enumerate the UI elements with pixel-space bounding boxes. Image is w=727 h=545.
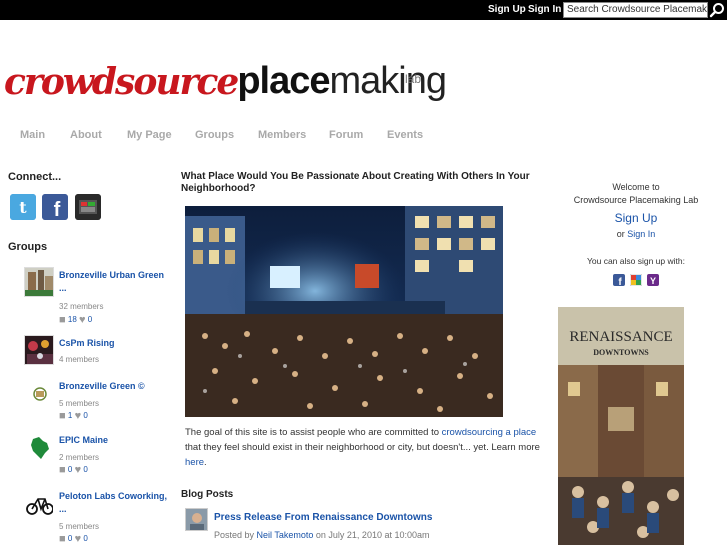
group-thumbnail[interactable]	[24, 488, 54, 518]
also-sign-up-text: You can also sign up with:	[587, 256, 685, 266]
yahoo-icon[interactable]: Y	[647, 273, 659, 286]
nav-members[interactable]: Members	[258, 129, 306, 141]
magnifier-icon[interactable]	[709, 2, 725, 18]
comment-count[interactable]: 18	[68, 315, 77, 324]
svg-text:f: f	[54, 199, 61, 220]
top-bar: Sign Up Sign In Search Crowdsource Place…	[0, 0, 727, 20]
comment-icon: ■	[59, 410, 66, 422]
heart-icon: ♥	[79, 314, 86, 326]
group-thumbnail[interactable]	[24, 335, 54, 365]
like-count[interactable]: 0	[83, 465, 87, 474]
desc-text-3: .	[204, 457, 207, 468]
video-icon[interactable]	[75, 194, 101, 220]
ad-title-renaissance: RENAISSANCE	[569, 329, 672, 345]
comment-count[interactable]: 1	[68, 411, 72, 420]
desc-text-2: that they feel should exist in their nei…	[185, 442, 540, 453]
nav-main[interactable]: Main	[20, 129, 45, 141]
twitter-icon[interactable]: t	[10, 194, 36, 220]
ad-title-downtowns: DOWNTOWNS	[593, 348, 649, 357]
top-sign-in-link[interactable]: Sign In	[528, 4, 561, 15]
group-item: Bronzeville Green © 5 members ■ 1 ♥ 0	[0, 378, 170, 422]
group-thumbnail[interactable]	[24, 267, 54, 297]
nav-about[interactable]: About	[70, 129, 102, 141]
crowdsourcing-place-link[interactable]: crowdsourcing a place	[442, 427, 537, 438]
group-name-link[interactable]: Bronzeville Urban Green ...	[59, 269, 167, 295]
nav-groups[interactable]: Groups	[195, 129, 234, 141]
like-count[interactable]: 0	[83, 411, 87, 420]
group-item: Bronzeville Urban Green ... 32 members ■…	[0, 267, 170, 326]
heart-icon: ♥	[74, 464, 82, 476]
post-date-text: on July 21, 2010 at 10:00am	[313, 530, 430, 540]
comment-icon: ■	[59, 314, 66, 326]
groups-title: Groups	[8, 241, 48, 253]
comment-count[interactable]: 0	[68, 465, 72, 474]
group-stats: ■ 0 ♥ 0	[59, 533, 88, 545]
group-stats: ■ 18 ♥ 0	[59, 314, 92, 326]
or-text: or	[616, 229, 628, 239]
or-sign-in: or Sign In	[545, 229, 727, 239]
site-logo[interactable]: crowdsourceplacemaking lab	[4, 60, 447, 108]
desc-text-1: The goal of this site is to assist peopl…	[185, 427, 442, 438]
group-name-link[interactable]: Peloton Labs Coworking, ...	[59, 490, 167, 516]
blog-posts-title: Blog Posts	[181, 489, 234, 500]
search-input[interactable]: Search Crowdsource Placemaking	[563, 2, 708, 18]
group-thumbnail[interactable]	[24, 432, 54, 462]
post-title-link[interactable]: Press Release From Renaissance Downtowns	[214, 512, 432, 523]
sign-in-link[interactable]: Sign In	[627, 229, 655, 239]
group-members-count: 4 members	[59, 355, 100, 364]
comment-count[interactable]: 0	[68, 534, 72, 543]
logo-making: making	[329, 60, 446, 102]
post-meta: Posted by Neil Takemoto on July 21, 2010…	[214, 530, 430, 540]
logo-crowdsource: crowdsource	[4, 61, 239, 103]
page-title: What Place Would You Be Passionate About…	[181, 171, 530, 194]
google-icon[interactable]	[629, 273, 643, 287]
group-item: Peloton Labs Coworking, ... 5 members ■ …	[0, 488, 170, 545]
group-members-count: 2 members	[59, 453, 100, 462]
hero-image	[185, 206, 503, 417]
post-author-link[interactable]: Neil Takemoto	[257, 530, 314, 540]
group-members-count: 32 members	[59, 302, 104, 311]
group-name-link[interactable]: EPIC Maine	[59, 434, 167, 447]
sign-up-link[interactable]: Sign Up	[545, 211, 727, 225]
group-stats: ■ 0 ♥ 0	[59, 464, 88, 476]
nav-forum[interactable]: Forum	[329, 129, 363, 141]
group-stats: ■ 1 ♥ 0	[59, 410, 88, 422]
svg-text:t: t	[19, 198, 27, 217]
like-count[interactable]: 0	[88, 315, 92, 324]
heart-icon: ♥	[74, 410, 82, 422]
learn-more-link[interactable]: here	[185, 457, 204, 468]
svg-text:Y: Y	[650, 276, 656, 286]
main-nav: Main About My Page Groups Members Forum …	[0, 129, 727, 145]
top-sign-up-link[interactable]: Sign Up	[488, 4, 526, 15]
site-description: The goal of this site is to assist peopl…	[185, 425, 545, 470]
comment-icon: ■	[59, 533, 66, 545]
like-count[interactable]: 0	[83, 534, 87, 543]
logo-place: place	[237, 60, 330, 102]
group-name-link[interactable]: CsPm Rising	[59, 337, 167, 350]
posted-by-text: Posted by	[214, 530, 257, 540]
facebook-icon[interactable]: f	[613, 273, 625, 288]
logo-lab: lab	[405, 72, 422, 86]
heart-icon: ♥	[74, 533, 82, 545]
facebook-icon[interactable]: f	[42, 194, 68, 221]
post-author-avatar[interactable]	[185, 508, 208, 531]
group-item: EPIC Maine 2 members ■ 0 ♥ 0	[0, 432, 170, 476]
group-members-count: 5 members	[59, 399, 100, 408]
renaissance-downtowns-ad[interactable]: RENAISSANCE DOWNTOWNS	[558, 307, 684, 545]
nav-events[interactable]: Events	[387, 129, 423, 141]
welcome-site-name: Crowdsource Placemaking Lab	[573, 195, 699, 205]
comment-icon: ■	[59, 464, 66, 476]
group-thumbnail[interactable]	[24, 378, 54, 408]
nav-my-page[interactable]: My Page	[127, 129, 172, 141]
connect-title: Connect...	[8, 171, 62, 183]
group-name-link[interactable]: Bronzeville Green ©	[59, 380, 167, 393]
group-members-count: 5 members	[59, 522, 100, 531]
welcome-text: Welcome to	[612, 182, 660, 192]
group-item: CsPm Rising 4 members	[0, 335, 170, 375]
